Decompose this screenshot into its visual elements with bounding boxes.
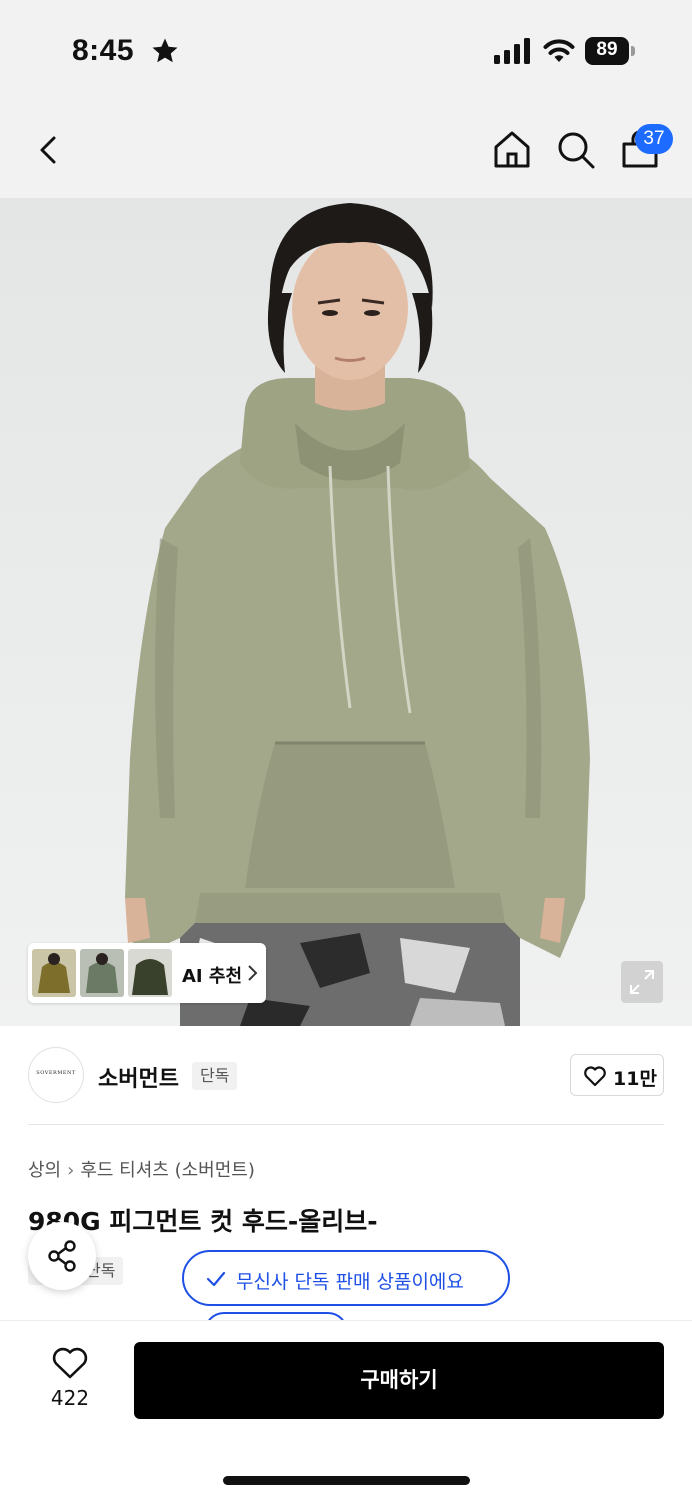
heart-icon bbox=[584, 1066, 606, 1087]
expand-icon bbox=[630, 970, 654, 994]
check-icon bbox=[206, 1271, 226, 1287]
zoom-button[interactable] bbox=[621, 961, 663, 1003]
battery-icon: 89 bbox=[585, 37, 635, 65]
exclusive-toast: 무신사 단독 판매 상품이에요 bbox=[182, 1250, 510, 1306]
cart-count-badge: 37 bbox=[635, 124, 673, 154]
status-bar: 8:45 89 bbox=[0, 0, 692, 100]
home-indicator bbox=[223, 1476, 470, 1485]
top-navigation bbox=[0, 100, 692, 198]
brand-like-count: 11만 bbox=[613, 1068, 657, 1090]
brand-exclusive-tag: 단독 bbox=[192, 1062, 238, 1090]
chevron-right-icon bbox=[248, 965, 258, 981]
wishlist-count: 422 bbox=[50, 1386, 90, 1410]
share-icon bbox=[48, 1240, 76, 1272]
divider bbox=[28, 1124, 664, 1125]
brand-like-button[interactable]: 11만 bbox=[570, 1054, 664, 1096]
ai-thumbnail bbox=[80, 949, 124, 997]
product-image[interactable] bbox=[0, 198, 692, 1026]
ai-recommend-button[interactable]: AI 추천 bbox=[28, 943, 266, 1003]
wishlist-button[interactable]: 422 bbox=[32, 1342, 108, 1418]
ai-thumbnail bbox=[32, 949, 76, 997]
cellular-signal-icon bbox=[494, 38, 530, 64]
chevron-left-icon bbox=[40, 136, 56, 164]
search-button[interactable] bbox=[554, 128, 598, 172]
brand-logo-text: SOVERMENT bbox=[36, 1070, 76, 1076]
share-button[interactable] bbox=[28, 1222, 96, 1290]
model-illustration bbox=[0, 198, 692, 1026]
home-button[interactable] bbox=[490, 128, 534, 172]
chevron-right-icon: › bbox=[67, 1160, 75, 1181]
star-icon bbox=[152, 38, 178, 63]
ai-thumbnail bbox=[128, 949, 172, 997]
toast-text: 무신사 단독 판매 상품이에요 bbox=[236, 1271, 464, 1293]
brand-logo[interactable]: SOVERMENT bbox=[28, 1047, 84, 1103]
buy-button[interactable]: 구매하기 bbox=[134, 1342, 664, 1419]
search-icon bbox=[558, 132, 595, 169]
breadcrumb-category[interactable]: 상의 bbox=[28, 1160, 61, 1181]
brand-name[interactable]: 소버먼트 bbox=[98, 1061, 179, 1093]
ai-recommend-label: AI 추천 bbox=[182, 966, 243, 987]
back-button[interactable] bbox=[30, 130, 70, 170]
breadcrumb: 상의 › 후드 티셔츠 (소버먼트) bbox=[28, 1156, 255, 1182]
breadcrumb-subcategory[interactable]: 후드 티셔츠 (소버먼트) bbox=[80, 1160, 255, 1181]
heart-icon bbox=[52, 1347, 88, 1379]
wifi-icon bbox=[543, 39, 575, 62]
home-icon bbox=[494, 131, 530, 168]
status-time: 8:45 bbox=[72, 34, 135, 67]
battery-level: 89 bbox=[596, 39, 618, 60]
